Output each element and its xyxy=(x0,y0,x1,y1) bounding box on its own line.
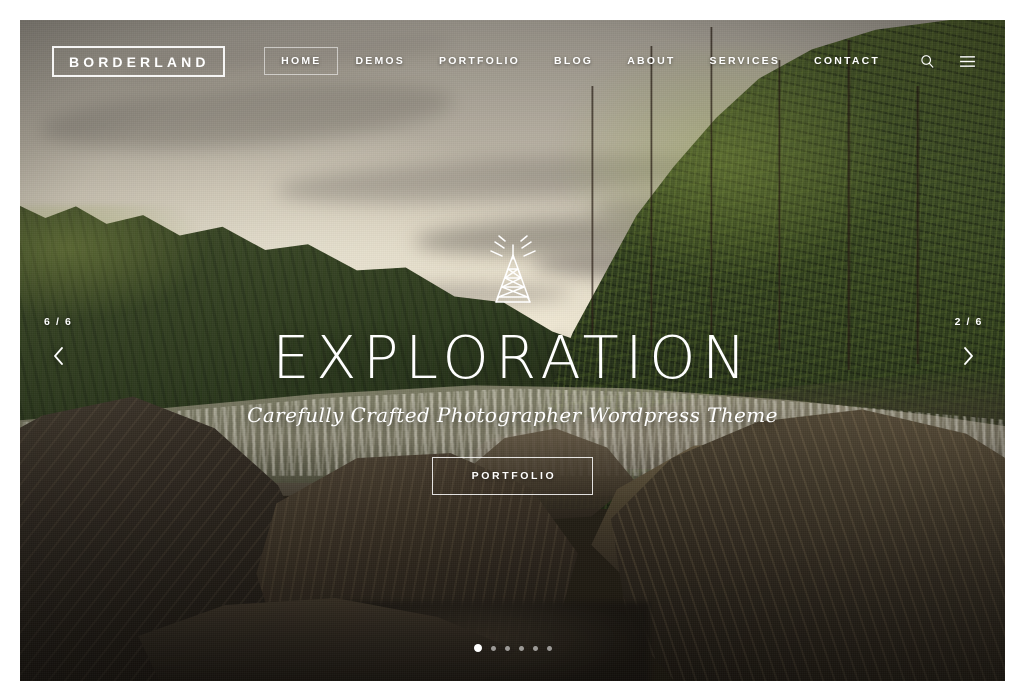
tree-trunk xyxy=(591,86,595,338)
page-frame: BORDERLAND HOME DEMOS PORTFOLIO BLOG ABO… xyxy=(0,0,1024,697)
search-icon[interactable] xyxy=(917,51,937,71)
tree-trunk xyxy=(778,59,782,351)
pagination-dot[interactable] xyxy=(532,645,538,651)
pagination-dot[interactable] xyxy=(518,645,524,651)
pagination-dot[interactable] xyxy=(504,645,510,651)
pagination-dot[interactable] xyxy=(546,645,552,651)
slider-next-control: 2 / 6 xyxy=(955,316,983,371)
slide-counter-left: 6 / 6 xyxy=(44,316,73,328)
pagination-dot[interactable] xyxy=(490,645,496,651)
nav-item-contact[interactable]: CONTACT xyxy=(797,47,897,76)
nav-item-portfolio[interactable]: PORTFOLIO xyxy=(422,47,537,76)
nav-item-blog[interactable]: BLOG xyxy=(537,47,610,76)
pagination-dot[interactable] xyxy=(473,644,482,652)
nav-item-about[interactable]: ABOUT xyxy=(610,47,692,76)
slide-counter-right: 2 / 6 xyxy=(954,316,983,328)
hamburger-menu-icon[interactable] xyxy=(957,51,977,71)
site-logo[interactable]: BORDERLAND xyxy=(52,45,225,77)
nav-item-services[interactable]: SERVICES xyxy=(693,47,798,76)
site-header: BORDERLAND HOME DEMOS PORTFOLIO BLOG ABO… xyxy=(20,20,1005,102)
main-navigation: HOME DEMOS PORTFOLIO BLOG ABOUT SERVICES… xyxy=(264,46,977,76)
hero-background-photo xyxy=(20,20,1005,681)
nav-item-home[interactable]: HOME xyxy=(264,46,339,76)
chevron-right-icon[interactable] xyxy=(962,346,975,371)
tree-trunk xyxy=(916,86,921,364)
nav-item-demos[interactable]: DEMOS xyxy=(338,47,422,76)
slider-prev-control: 6 / 6 xyxy=(44,316,72,371)
chevron-left-icon[interactable] xyxy=(52,346,65,371)
slider-pagination xyxy=(20,644,1005,652)
header-icons xyxy=(917,51,977,71)
portfolio-button[interactable]: PORTFOLIO xyxy=(431,457,594,495)
hero-slider: BORDERLAND HOME DEMOS PORTFOLIO BLOG ABO… xyxy=(20,20,1005,681)
